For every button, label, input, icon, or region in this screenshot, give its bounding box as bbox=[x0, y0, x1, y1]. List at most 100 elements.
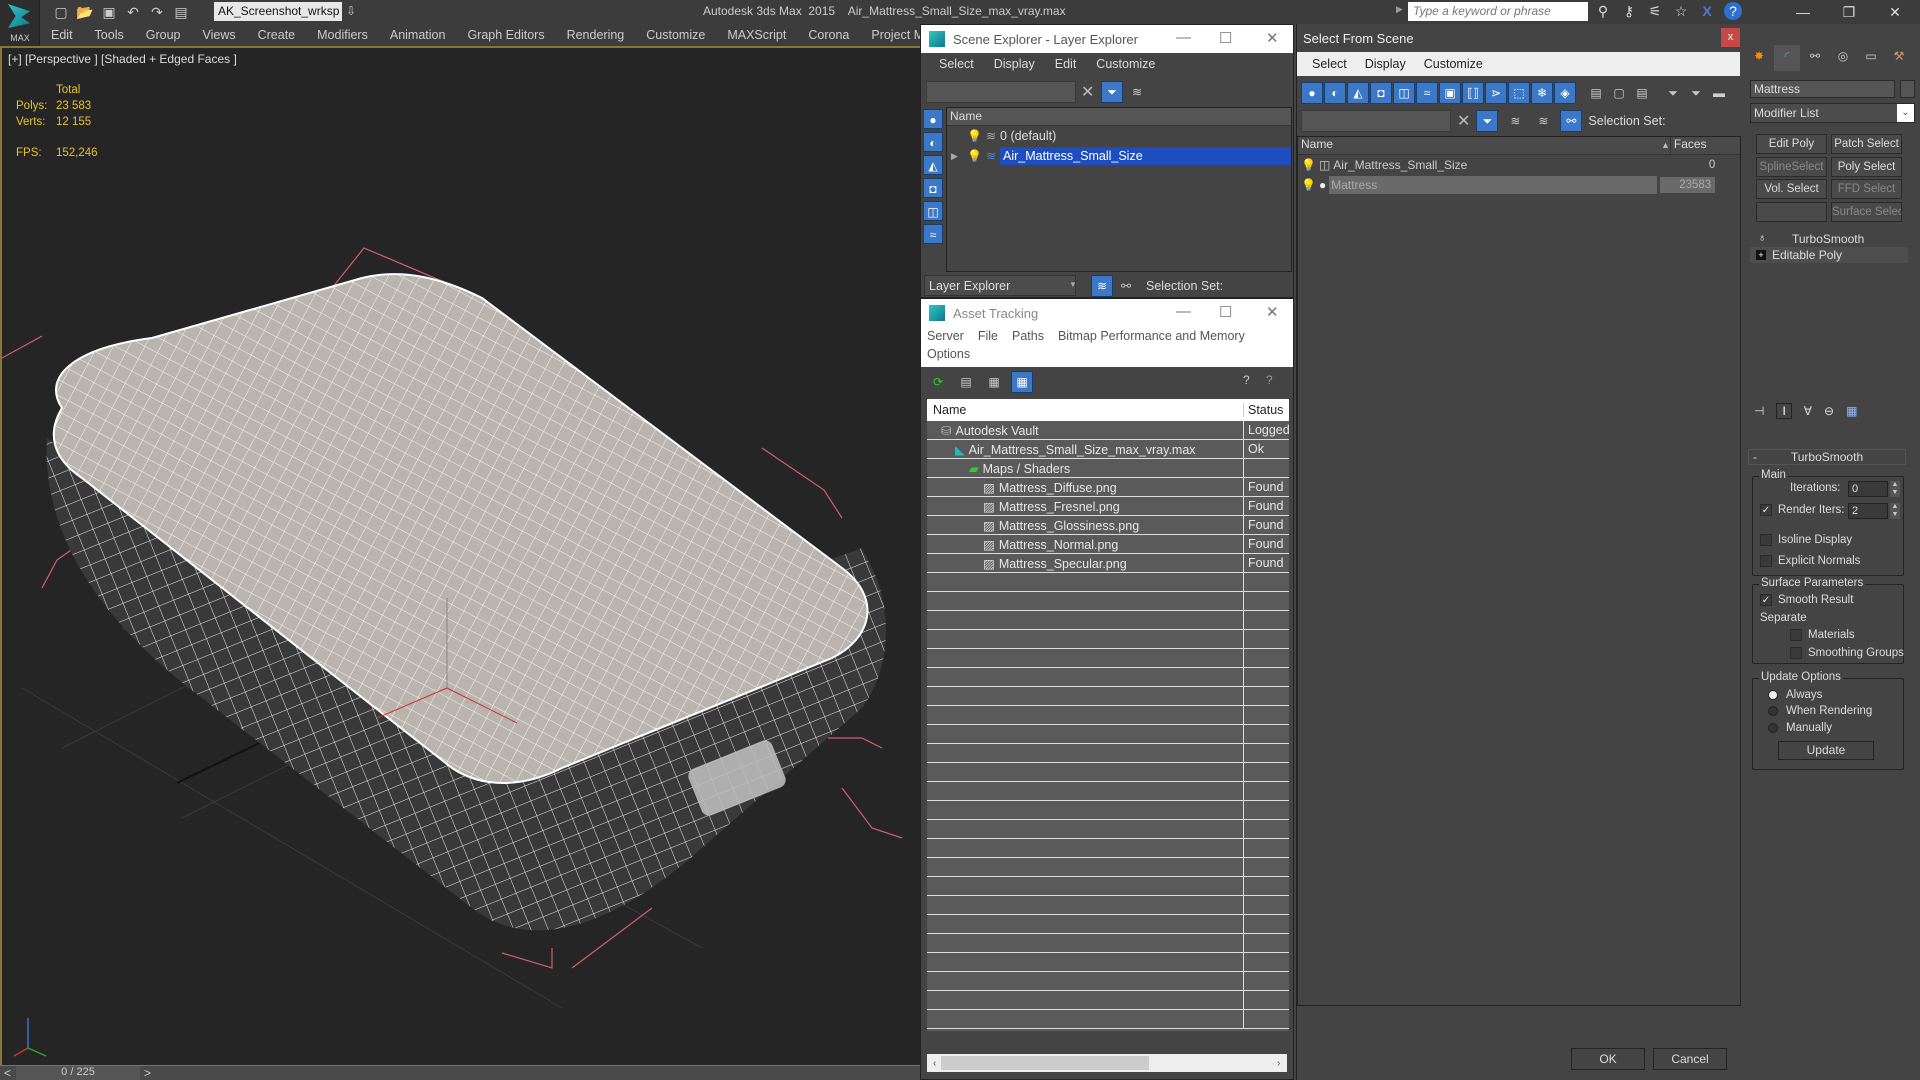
explicit-normals-checkbox[interactable] bbox=[1760, 555, 1772, 567]
close-button[interactable]: ✕ bbox=[1266, 303, 1279, 321]
smooth-result-checkbox[interactable]: ✓ bbox=[1760, 594, 1772, 606]
frozen-filter-icon[interactable]: ❄ bbox=[1531, 82, 1553, 104]
menu-rendering[interactable]: Rendering bbox=[556, 24, 636, 46]
materials-checkbox[interactable] bbox=[1790, 629, 1802, 641]
spline-select-button[interactable]: SplineSelect bbox=[1756, 157, 1827, 177]
asset-row[interactable]: ▨ Mattress_Normal.png Found bbox=[927, 535, 1289, 554]
viewport-label[interactable]: [+] [Perspective ] [Shaded + Edged Faces… bbox=[8, 52, 237, 66]
geometry-filter-icon[interactable]: ● bbox=[1301, 82, 1323, 104]
chevron-down-icon[interactable]: ⌄ bbox=[1897, 104, 1914, 122]
menu-customize[interactable]: Customize bbox=[1415, 57, 1492, 71]
new-file-icon[interactable]: ▢ bbox=[52, 4, 70, 20]
render-iters-checkbox[interactable]: ✓ bbox=[1760, 504, 1772, 516]
explorer-type-dropdown[interactable]: Layer Explorer bbox=[924, 275, 1076, 296]
lightbulb-icon[interactable]: ♁ bbox=[1758, 232, 1766, 244]
display-none-icon[interactable]: ▢ bbox=[1608, 82, 1630, 104]
column-header-faces[interactable]: Faces bbox=[1669, 137, 1717, 154]
hierarchy-tab-icon[interactable]: ⚯ bbox=[1802, 45, 1828, 71]
column-header-name[interactable]: Name bbox=[927, 403, 1243, 417]
layer-hierarchy-icon[interactable]: ≋ bbox=[1091, 275, 1113, 297]
key-icon[interactable]: ⚷ bbox=[1620, 2, 1638, 20]
bones-filter-icon[interactable]: ⋗ bbox=[1485, 82, 1507, 104]
isoline-display-checkbox[interactable] bbox=[1760, 534, 1772, 546]
configure-sets-icon[interactable]: ▦ bbox=[1846, 404, 1857, 418]
edit-poly-button[interactable]: Edit Poly bbox=[1756, 134, 1827, 154]
column-header-status[interactable]: Status bbox=[1243, 403, 1289, 417]
helpers-filter-icon[interactable]: ◫ bbox=[1393, 82, 1415, 104]
lights-filter-icon[interactable]: ◭ bbox=[923, 155, 943, 175]
iterations-spinner[interactable]: 0 bbox=[1848, 481, 1888, 497]
table-view-icon[interactable]: ▦ bbox=[1011, 371, 1033, 393]
exchange-icon[interactable]: X bbox=[1698, 2, 1716, 20]
object-color-swatch[interactable] bbox=[1900, 80, 1915, 98]
prev-frame-button[interactable]: < bbox=[4, 1066, 11, 1080]
smoothing-groups-checkbox[interactable] bbox=[1790, 647, 1802, 659]
asset-tracking-titlebar[interactable]: Asset Tracking — ☐ ✕ bbox=[921, 299, 1293, 327]
menu-create[interactable]: Create bbox=[247, 24, 307, 46]
lightbulb-icon[interactable]: 💡 bbox=[967, 149, 982, 163]
scene-explorer-titlebar[interactable]: Scene Explorer - Layer Explorer — ☐ ✕ bbox=[921, 25, 1293, 53]
refresh-icon[interactable]: ⟳ bbox=[927, 371, 949, 393]
search-expand-icon[interactable]: ▶ bbox=[1396, 4, 1403, 15]
layer-row[interactable]: 💡 ≋ 0 (default) bbox=[947, 126, 1291, 146]
display-all-icon[interactable]: ▤ bbox=[1585, 82, 1607, 104]
menu-options[interactable]: Options bbox=[927, 347, 970, 361]
menu-paths[interactable]: Paths bbox=[1012, 329, 1044, 347]
manually-row[interactable]: Manually bbox=[1768, 722, 1832, 734]
object-hierarchy-icon[interactable]: ⚯ bbox=[1115, 275, 1137, 297]
clear-search-icon[interactable]: ✕ bbox=[1457, 111, 1470, 131]
save-icon[interactable]: ▣ bbox=[100, 4, 118, 20]
spacewarps-filter-icon[interactable]: ≈ bbox=[923, 224, 943, 244]
star-icon[interactable]: ☆ bbox=[1672, 2, 1690, 20]
close-button[interactable]: ✕ bbox=[1872, 0, 1918, 24]
satellite-icon[interactable]: ⚟ bbox=[1646, 2, 1664, 20]
menu-bitmap-performance[interactable]: Bitmap Performance and Memory bbox=[1058, 329, 1245, 347]
asset-row[interactable]: ▨ Mattress_Fresnel.png Found bbox=[927, 497, 1289, 516]
asset-row[interactable]: ▨ Mattress_Specular.png Found bbox=[927, 554, 1289, 573]
motion-tab-icon[interactable]: ◎ bbox=[1830, 45, 1856, 71]
menu-edit[interactable]: Edit bbox=[1045, 57, 1087, 71]
hide-toolbar-icon[interactable]: ▬ bbox=[1708, 82, 1730, 104]
quick-access-options-icon[interactable]: ⇩ bbox=[346, 4, 356, 18]
update-button[interactable]: Update bbox=[1778, 741, 1874, 760]
menu-server[interactable]: Server bbox=[927, 329, 964, 347]
find-input[interactable] bbox=[1301, 110, 1451, 132]
cameras-filter-icon[interactable]: ◘ bbox=[1370, 82, 1392, 104]
menu-customize[interactable]: Customize bbox=[635, 24, 716, 46]
pin-stack-icon[interactable]: ⊣ bbox=[1754, 404, 1764, 418]
helpers-filter-icon[interactable]: ◫ bbox=[923, 201, 943, 221]
manually-radio[interactable] bbox=[1768, 722, 1778, 733]
modifier-list-dropdown[interactable]: Modifier List bbox=[1750, 103, 1915, 123]
surface-select-button[interactable]: Surface Select bbox=[1831, 202, 1902, 222]
lights-filter-icon[interactable]: ◭ bbox=[1347, 82, 1369, 104]
groups-filter-icon[interactable]: ▣ bbox=[1439, 82, 1461, 104]
geometry-filter-icon[interactable]: ● bbox=[923, 109, 943, 129]
layer-hierarchy-icon[interactable]: ≋ bbox=[1532, 110, 1554, 132]
filter-icon[interactable]: ⏷ bbox=[1476, 110, 1499, 132]
remove-modifier-icon[interactable]: ⊖ bbox=[1824, 404, 1834, 418]
minimize-button[interactable]: — bbox=[1780, 0, 1826, 24]
undo-icon[interactable]: ↶ bbox=[124, 4, 142, 20]
render-iters-row[interactable]: ✓ Render Iters: bbox=[1760, 504, 1844, 516]
lightbulb-icon[interactable]: 💡 bbox=[1301, 158, 1316, 172]
list-view-icon[interactable]: ▤ bbox=[955, 371, 977, 393]
display-invert-icon[interactable]: ▤ bbox=[1631, 82, 1653, 104]
xrefs-filter-icon[interactable]: ⟦⟧ bbox=[1462, 82, 1484, 104]
menu-corona[interactable]: Corona bbox=[797, 24, 860, 46]
menu-animation[interactable]: Animation bbox=[379, 24, 457, 46]
spacewarps-filter-icon[interactable]: ≈ bbox=[1416, 82, 1438, 104]
render-iters-spinner[interactable]: 2 bbox=[1848, 503, 1888, 519]
show-end-result-icon[interactable]: I bbox=[1776, 403, 1792, 419]
filter-funnel-icon[interactable]: ⏷ bbox=[1662, 82, 1684, 104]
containers-filter-icon[interactable]: ⬚ bbox=[1508, 82, 1530, 104]
perspective-viewport[interactable]: [+] [Perspective ] [Shaded + Edged Faces… bbox=[0, 46, 922, 1067]
create-tab-icon[interactable]: ✸ bbox=[1746, 45, 1772, 71]
always-radio[interactable] bbox=[1768, 689, 1778, 700]
object-name-field[interactable]: Mattress bbox=[1750, 80, 1895, 98]
expand-plus-icon[interactable]: + bbox=[1756, 250, 1766, 260]
help-icon[interactable]: ? bbox=[1724, 2, 1742, 20]
layer-options-icon[interactable]: ≋ bbox=[1126, 81, 1148, 103]
menu-group[interactable]: Group bbox=[135, 24, 192, 46]
filter-options-icon[interactable]: ⏷ bbox=[1685, 82, 1707, 104]
clear-search-icon[interactable]: ✕ bbox=[1081, 82, 1094, 102]
